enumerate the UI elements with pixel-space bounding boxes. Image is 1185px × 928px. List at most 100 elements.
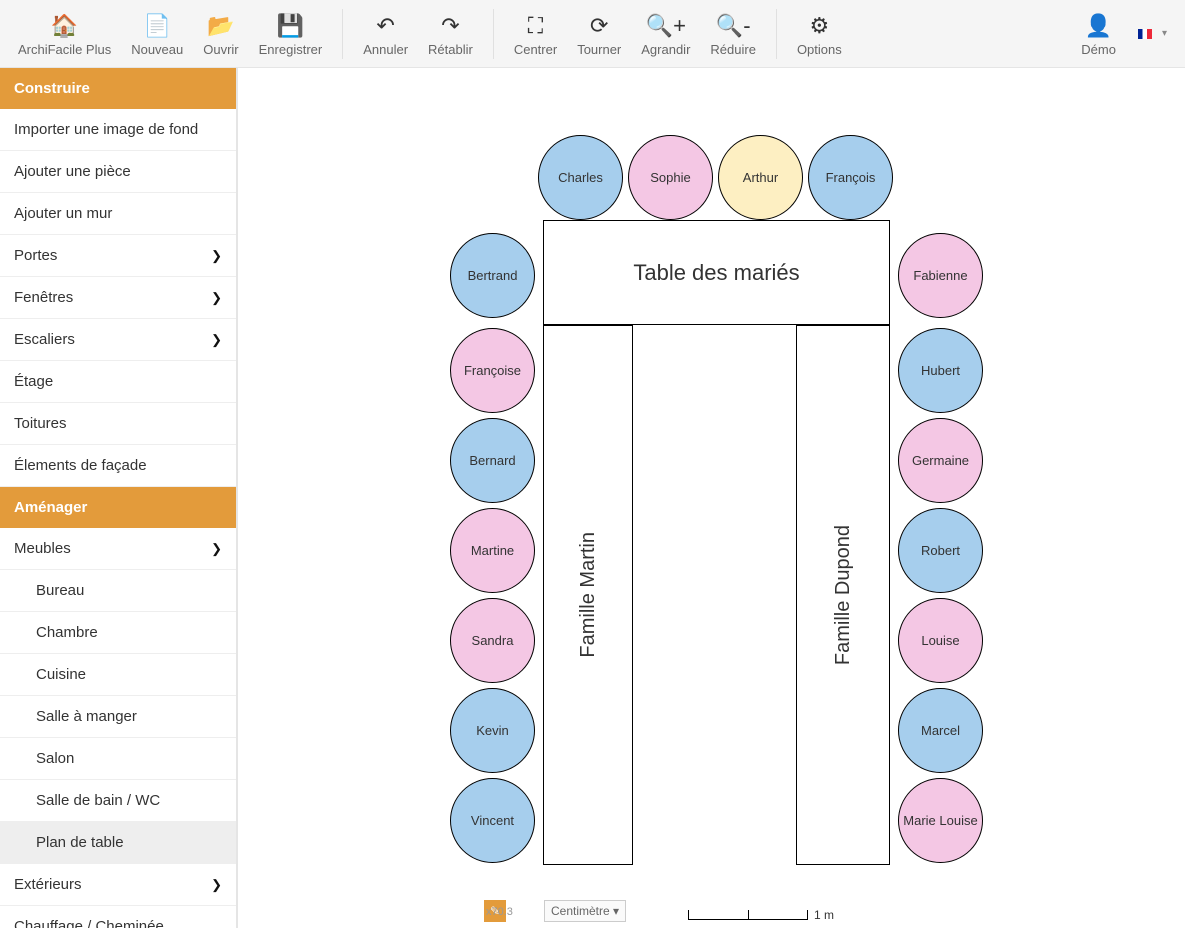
sidebar-item-label: Chambre bbox=[36, 624, 98, 641]
open-label: Ouvrir bbox=[203, 42, 238, 57]
canvas[interactable]: Charles Sophie Arthur François Table des… bbox=[238, 68, 1185, 928]
seat-kevin[interactable]: Kevin bbox=[450, 688, 535, 773]
sidebar-sub-seating[interactable]: Plan de table bbox=[0, 822, 236, 864]
sidebar-sub-living[interactable]: Salon bbox=[0, 738, 236, 780]
seat-arthur[interactable]: Arthur bbox=[718, 135, 803, 220]
separator bbox=[776, 9, 777, 59]
sidebar-item-label: Bureau bbox=[36, 582, 84, 599]
sidebar-sub-kitchen[interactable]: Cuisine bbox=[0, 654, 236, 696]
sidebar-item-label: Cuisine bbox=[36, 666, 86, 683]
user-button[interactable]: 👤 Démo bbox=[1071, 6, 1126, 61]
table-main[interactable]: Table des mariés bbox=[543, 220, 890, 325]
seat-hubert[interactable]: Hubert bbox=[898, 328, 983, 413]
options-button[interactable]: ⚙ Options bbox=[787, 6, 852, 61]
sidebar-item-floor[interactable]: Étage bbox=[0, 361, 236, 403]
seat-label: Bertrand bbox=[468, 268, 518, 283]
sidebar-item-furniture[interactable]: Meubles❯ bbox=[0, 528, 236, 570]
sidebar-item-exterior[interactable]: Extérieurs❯ bbox=[0, 864, 236, 906]
seat-label: Fabienne bbox=[913, 268, 967, 283]
chevron-right-icon: ❯ bbox=[211, 332, 222, 348]
sidebar-item-heating[interactable]: Chauffage / Cheminée bbox=[0, 906, 236, 928]
save-button[interactable]: 💾 Enregistrer bbox=[249, 6, 333, 61]
open-button[interactable]: 📂 Ouvrir bbox=[193, 6, 248, 61]
seat-label: Kevin bbox=[476, 723, 509, 738]
unit-select[interactable]: Centimètre ▾ bbox=[544, 900, 626, 922]
redo-button[interactable]: ↷ Rétablir bbox=[418, 6, 483, 61]
table-left[interactable]: Famille Martin bbox=[543, 325, 633, 865]
seat-charles[interactable]: Charles bbox=[538, 135, 623, 220]
chevron-right-icon: ❯ bbox=[211, 248, 222, 264]
sidebar-sub-bath[interactable]: Salle de bain / WC bbox=[0, 780, 236, 822]
seat-label: Vincent bbox=[471, 813, 514, 828]
center-button[interactable]: ⛶ Centrer bbox=[504, 6, 567, 61]
sidebar-item-label: Salle à manger bbox=[36, 708, 137, 725]
sidebar-item-roofs[interactable]: Toitures bbox=[0, 403, 236, 445]
seat-bertrand[interactable]: Bertrand bbox=[450, 233, 535, 318]
sidebar-item-import-bg[interactable]: Importer une image de fond bbox=[0, 109, 236, 151]
flag-icon[interactable] bbox=[1138, 29, 1152, 39]
zoomout-button[interactable]: 🔍- Réduire bbox=[700, 6, 766, 61]
sidebar-item-label: Salle de bain / WC bbox=[36, 792, 160, 809]
seat-label: Marie Louise bbox=[903, 813, 977, 828]
sidebar-item-label: Escaliers bbox=[14, 331, 75, 348]
sidebar-item-label: Élements de façade bbox=[14, 457, 147, 474]
rotate-icon: ⟳ bbox=[590, 12, 608, 40]
table-label: Famille Martin bbox=[577, 532, 600, 658]
rotate-label: Tourner bbox=[577, 42, 621, 57]
sidebar-item-label: Meubles bbox=[14, 540, 71, 557]
seat-label: Bernard bbox=[469, 453, 515, 468]
table-right[interactable]: Famille Dupond bbox=[796, 325, 890, 865]
seat-bernard[interactable]: Bernard bbox=[450, 418, 535, 503]
seat-vincent[interactable]: Vincent bbox=[450, 778, 535, 863]
seat-label: Louise bbox=[921, 633, 959, 648]
chevron-down-icon[interactable]: ▾ bbox=[1162, 28, 1167, 39]
sidebar-sub-dining[interactable]: Salle à manger bbox=[0, 696, 236, 738]
sidebar-item-label: Salon bbox=[36, 750, 74, 767]
separator bbox=[493, 9, 494, 59]
sidebar-item-label: Portes bbox=[14, 247, 57, 264]
seat-francois[interactable]: François bbox=[808, 135, 893, 220]
seat-sophie[interactable]: Sophie bbox=[628, 135, 713, 220]
center-icon: ⛶ bbox=[528, 12, 543, 40]
zoomin-button[interactable]: 🔍+ Agrandir bbox=[631, 6, 700, 61]
home-icon: 🏠 bbox=[51, 12, 78, 40]
sidebar-item-label: Toitures bbox=[14, 415, 67, 432]
unit-label: Centimètre ▾ bbox=[551, 904, 619, 918]
sidebar-item-label: Ajouter une pièce bbox=[14, 163, 131, 180]
sidebar-item-label: Chauffage / Cheminée bbox=[14, 918, 164, 928]
seat-sandra[interactable]: Sandra bbox=[450, 598, 535, 683]
seat-fabienne[interactable]: Fabienne bbox=[898, 233, 983, 318]
sidebar-item-stairs[interactable]: Escaliers ❯ bbox=[0, 319, 236, 361]
seat-robert[interactable]: Robert bbox=[898, 508, 983, 593]
home-button[interactable]: 🏠 ArchiFacile Plus bbox=[8, 6, 121, 61]
new-button[interactable]: 📄 Nouveau bbox=[121, 6, 193, 61]
seat-germaine[interactable]: Germaine bbox=[898, 418, 983, 503]
sidebar-item-facade[interactable]: Élements de façade bbox=[0, 445, 236, 487]
home-label: ArchiFacile Plus bbox=[18, 42, 111, 57]
sidebar-item-label: Fenêtres bbox=[14, 289, 73, 306]
sidebar-item-doors[interactable]: Portes ❯ bbox=[0, 235, 236, 277]
redo-label: Rétablir bbox=[428, 42, 473, 57]
scale-bar bbox=[688, 910, 808, 920]
folder-open-icon: 📂 bbox=[207, 12, 234, 40]
seat-martine[interactable]: Martine bbox=[450, 508, 535, 593]
sidebar[interactable]: Construire Importer une image de fond Aj… bbox=[0, 68, 238, 928]
scale: 1 m bbox=[688, 908, 834, 922]
seat-marielouise[interactable]: Marie Louise bbox=[898, 778, 983, 863]
toolbar: 🏠 ArchiFacile Plus 📄 Nouveau 📂 Ouvrir 💾 … bbox=[0, 0, 1185, 68]
sidebar-sub-bedroom[interactable]: Chambre bbox=[0, 612, 236, 654]
seat-francoise[interactable]: Françoise bbox=[450, 328, 535, 413]
seat-label: Arthur bbox=[743, 170, 778, 185]
undo-button[interactable]: ↶ Annuler bbox=[353, 6, 418, 61]
seat-label: François bbox=[826, 170, 876, 185]
sidebar-sub-office[interactable]: Bureau bbox=[0, 570, 236, 612]
seat-louise[interactable]: Louise bbox=[898, 598, 983, 683]
sidebar-item-add-room[interactable]: Ajouter une pièce bbox=[0, 151, 236, 193]
seat-marcel[interactable]: Marcel bbox=[898, 688, 983, 773]
rotate-button[interactable]: ⟳ Tourner bbox=[567, 6, 631, 61]
sidebar-item-windows[interactable]: Fenêtres❯ bbox=[0, 277, 236, 319]
sidebar-item-add-wall[interactable]: Ajouter un mur bbox=[0, 193, 236, 235]
sidebar-header-build: Construire bbox=[0, 68, 236, 109]
save-label: Enregistrer bbox=[259, 42, 323, 57]
table-label: Table des mariés bbox=[633, 260, 799, 286]
